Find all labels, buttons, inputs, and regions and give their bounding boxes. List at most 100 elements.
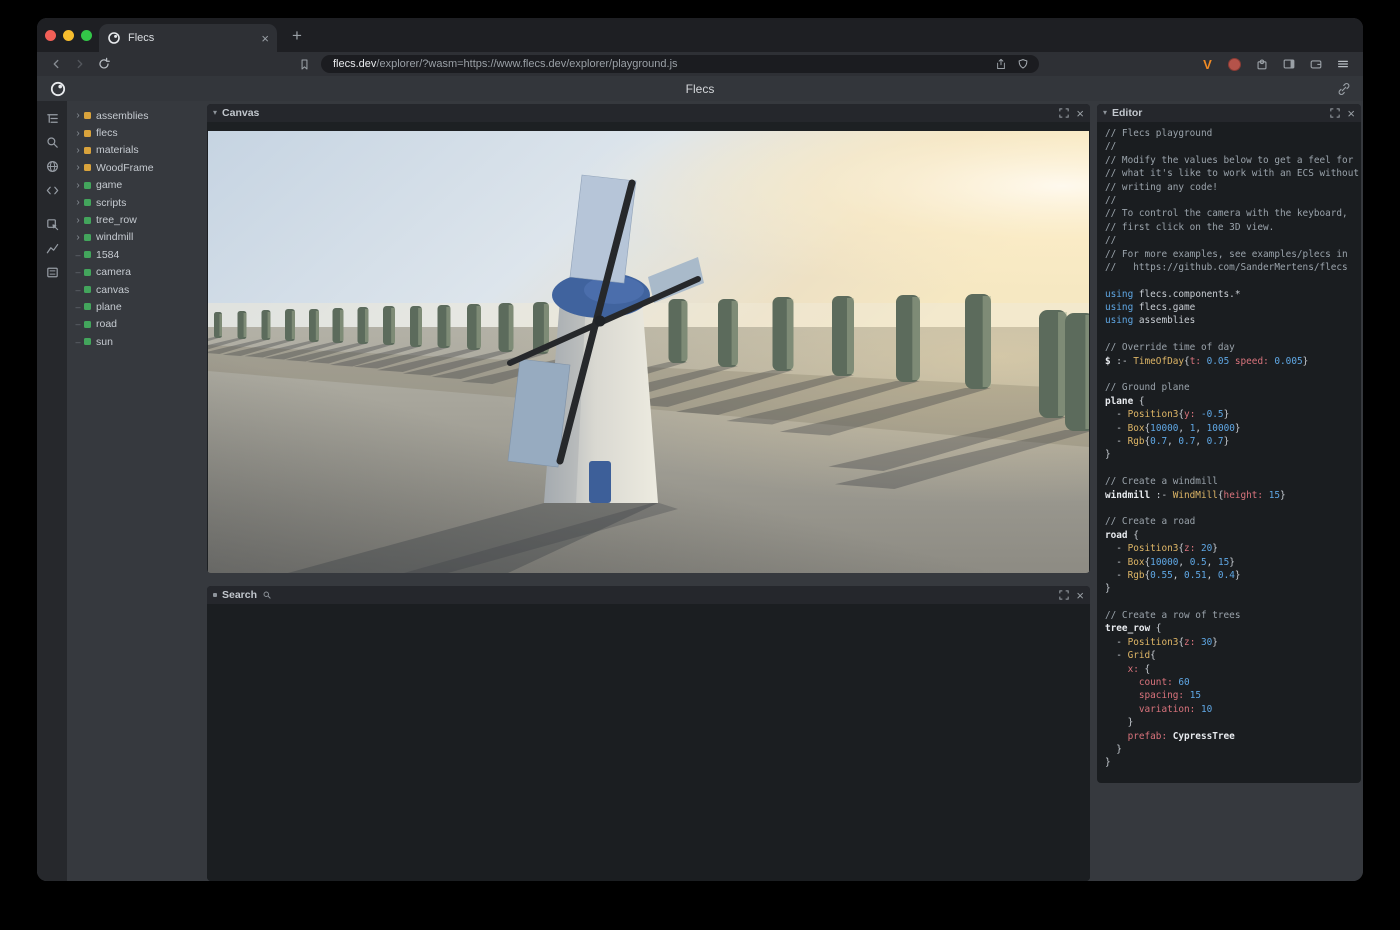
statistics-tab-button[interactable] [41, 239, 63, 257]
expand-chevron-icon[interactable]: › [73, 180, 83, 191]
expand-chevron-icon[interactable]: › [73, 128, 83, 139]
tree-item-game[interactable]: ›game [73, 177, 207, 194]
code-token: windmill [1105, 490, 1150, 501]
code-token: // Flecs playground [1105, 128, 1212, 139]
reload-icon [97, 57, 111, 71]
code-token: - [1105, 409, 1128, 420]
search-fullscreen-button[interactable] [1057, 588, 1071, 602]
tree-item-sun[interactable]: –sun [73, 333, 207, 350]
search-panel-title: Search [222, 589, 257, 601]
tree-item-windmill[interactable]: ›windmill [73, 229, 207, 246]
collapse-chevron-icon[interactable]: ▾ [213, 109, 217, 117]
code-token: 0.05 [1207, 356, 1230, 367]
sidebar-toggle-button[interactable] [1280, 56, 1297, 73]
code-line: count: 60 [1105, 676, 1353, 689]
inspector-tab-button[interactable] [41, 215, 63, 233]
tree-item-plane[interactable]: –plane [73, 298, 207, 315]
tree-item-label: tree_row [96, 214, 137, 226]
editor-close-icon[interactable]: × [1347, 107, 1355, 120]
memory-tab-button[interactable] [41, 263, 63, 281]
tree-item-label: sun [96, 336, 113, 348]
brave-shields-button[interactable] [1015, 56, 1031, 72]
canvas-body [207, 131, 1090, 573]
editor-panel-header[interactable]: ▾ Editor × [1097, 104, 1361, 122]
reload-button[interactable] [95, 55, 113, 73]
entity-square-icon [84, 286, 91, 293]
code-token: Box [1128, 557, 1145, 568]
code-token: - [1105, 650, 1128, 661]
canvas-panel-header[interactable]: ▾ Canvas × [207, 104, 1090, 122]
tree-item-WoodFrame[interactable]: ›WoodFrame [73, 159, 207, 176]
close-window-button[interactable] [45, 30, 56, 41]
tree-item-tree_row[interactable]: › tree_row [73, 211, 207, 228]
tree-item-scripts[interactable]: ›scripts [73, 194, 207, 211]
search-results-area[interactable] [207, 604, 1090, 881]
entity-square-icon [84, 321, 91, 328]
search-close-icon[interactable]: × [1076, 589, 1084, 602]
code-token: -0.5 [1201, 409, 1224, 420]
minimize-window-button[interactable] [63, 30, 74, 41]
code-token: , [1195, 436, 1206, 447]
extension-button[interactable] [1226, 56, 1243, 73]
code-line [1105, 274, 1353, 287]
tree-item-camera[interactable]: –camera [73, 264, 207, 281]
forward-button[interactable] [71, 55, 89, 73]
editor-tab-button[interactable] [41, 181, 63, 199]
tab-close-icon[interactable]: × [261, 32, 269, 45]
expand-chevron-icon[interactable]: › [73, 232, 83, 243]
code-token: plane [1105, 396, 1133, 407]
canvas-close-icon[interactable]: × [1076, 107, 1084, 120]
collapse-dot-icon[interactable] [213, 593, 217, 597]
expand-chevron-icon[interactable]: › [73, 197, 83, 208]
editor-fullscreen-button[interactable] [1328, 106, 1342, 120]
editor-code[interactable]: // Flecs playground//// Modify the value… [1097, 122, 1361, 775]
tree-item-flecs[interactable]: ›flecs [73, 124, 207, 141]
expand-chevron-icon[interactable]: › [73, 145, 83, 156]
back-button[interactable] [47, 55, 65, 73]
query-tab-button[interactable] [41, 133, 63, 151]
wallet-button[interactable] [1307, 56, 1324, 73]
extensions-menu-button[interactable] [1253, 56, 1270, 73]
code-token: } [1303, 356, 1309, 367]
tree-item-materials[interactable]: ›materials [73, 142, 207, 159]
code-token: Box [1128, 423, 1145, 434]
code-line: tree_row { [1105, 622, 1353, 635]
tree-item-assemblies[interactable]: ›assemblies [73, 107, 207, 124]
canvas-panel: ▾ Canvas × [207, 104, 1090, 573]
brave-vpn-button[interactable]: V [1199, 56, 1216, 73]
code-token: { [1133, 396, 1144, 407]
new-tab-button[interactable]: + [287, 25, 307, 45]
leaf-dash-icon: – [73, 319, 83, 329]
bookmark-button[interactable] [295, 55, 313, 73]
canvas-fullscreen-button[interactable] [1057, 106, 1071, 120]
browser-tab-flecs[interactable]: Flecs × [99, 24, 277, 52]
search-panel-header[interactable]: Search × [207, 586, 1090, 604]
page-header: Flecs [37, 76, 1363, 101]
collapse-chevron-icon[interactable]: ▾ [1103, 109, 1107, 117]
expand-chevron-icon[interactable]: › [73, 110, 83, 121]
tree-item-canvas[interactable]: –canvas [73, 281, 207, 298]
forward-arrow-icon [73, 57, 87, 71]
zoom-window-button[interactable] [81, 30, 92, 41]
code-token: } [1105, 717, 1133, 728]
code-token: :- [1111, 356, 1134, 367]
outliner-tab-button[interactable] [41, 109, 63, 127]
expand-chevron-icon[interactable]: › [73, 215, 83, 226]
code-token: } [1212, 637, 1218, 648]
code-token: x: [1128, 664, 1139, 675]
code-line: windmill :- WindMill{height: 15} [1105, 489, 1353, 502]
world-tab-button[interactable] [41, 157, 63, 175]
canvas-3d-scene[interactable] [208, 131, 1089, 573]
code-token: } [1235, 423, 1241, 434]
tree-item-road[interactable]: –road [73, 316, 207, 333]
url-text: flecs.dev/explorer/?wasm=https://www.fle… [333, 58, 987, 70]
share-button[interactable] [993, 56, 1009, 72]
code-line: // https://github.com/SanderMertens/flec… [1105, 261, 1353, 274]
browser-menu-button[interactable] [1334, 56, 1351, 73]
code-token: 0.7 [1150, 436, 1167, 447]
tree-item-1584[interactable]: –1584 [73, 246, 207, 263]
code-token: , [1167, 436, 1178, 447]
leaf-dash-icon: – [73, 267, 83, 277]
expand-chevron-icon[interactable]: › [73, 162, 83, 173]
address-bar[interactable]: flecs.dev/explorer/?wasm=https://www.fle… [321, 55, 1039, 73]
